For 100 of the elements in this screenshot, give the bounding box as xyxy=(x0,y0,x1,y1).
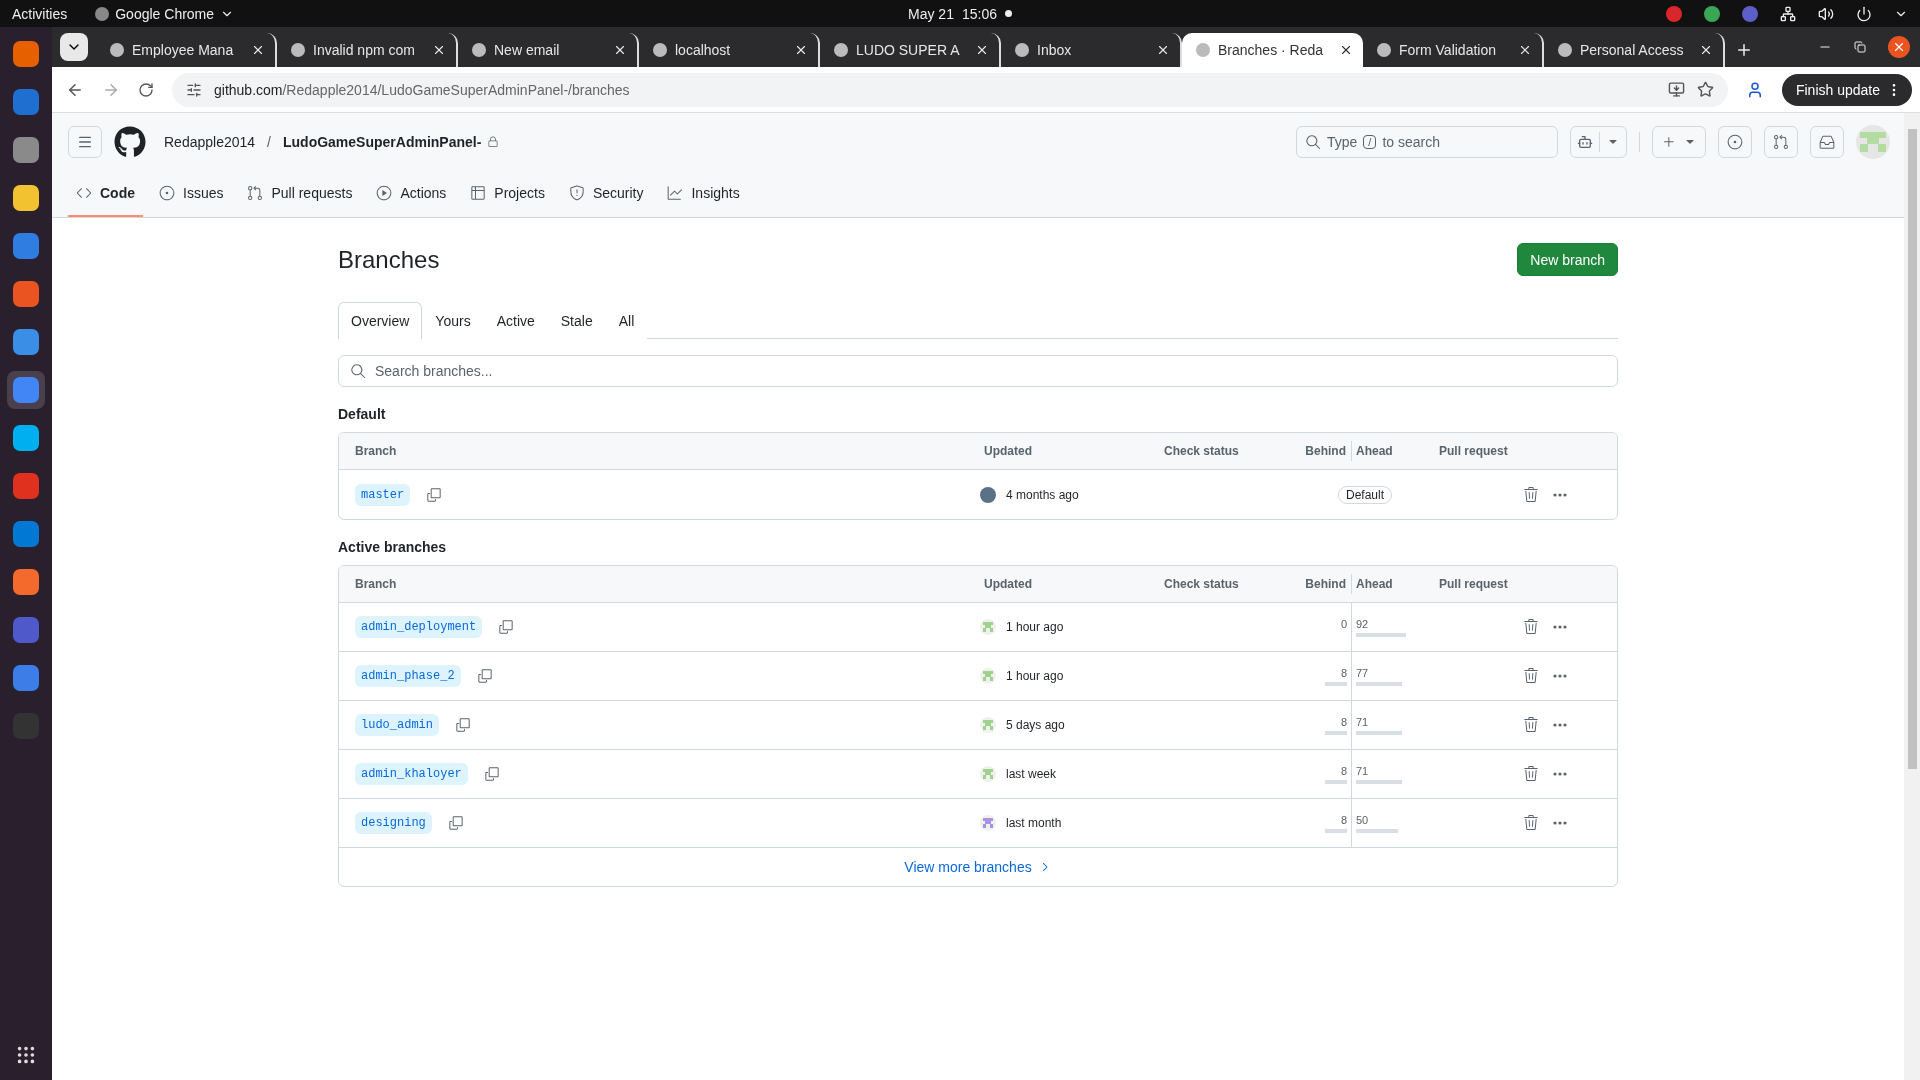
close-icon[interactable] xyxy=(1339,43,1353,57)
repo-nav-tab[interactable]: Pull requests xyxy=(239,171,361,217)
delete-button[interactable] xyxy=(1521,666,1541,686)
column-header: Behind xyxy=(1304,577,1347,591)
more-button[interactable] xyxy=(1551,672,1569,680)
app-launcher-icon[interactable] xyxy=(13,233,39,259)
behind-count: 0 xyxy=(1340,617,1347,630)
app-grid-icon[interactable] xyxy=(15,1044,37,1066)
app-launcher-icon[interactable] xyxy=(13,569,39,595)
delete-button[interactable] xyxy=(1521,813,1541,833)
network-icon[interactable] xyxy=(1780,5,1796,22)
close-icon[interactable] xyxy=(613,43,627,57)
tray-app-icon[interactable] xyxy=(1704,5,1720,22)
delete-button[interactable] xyxy=(1521,715,1541,735)
site-icon xyxy=(110,43,124,57)
issues-button[interactable] xyxy=(1718,126,1752,158)
branch-name[interactable]: admin_deployment xyxy=(355,616,483,638)
app-launcher-icon[interactable] xyxy=(13,281,39,307)
filter-tab[interactable]: Overview xyxy=(338,302,423,339)
notification-dot xyxy=(1005,10,1012,17)
tab-list-button[interactable] xyxy=(60,33,88,61)
repo-nav-tab[interactable]: Projects xyxy=(462,171,553,217)
repo-link[interactable]: LudoGameSuperAdminPanel- xyxy=(283,134,482,150)
repo-nav-tab[interactable]: Insights xyxy=(659,171,748,217)
app-launcher-icon[interactable] xyxy=(13,329,39,355)
path-separator: / xyxy=(267,134,271,150)
scrollbar-thumb[interactable] xyxy=(1907,129,1917,769)
repo-nav-tab[interactable]: Code xyxy=(68,171,143,217)
tab-icon xyxy=(568,185,585,201)
close-icon[interactable] xyxy=(432,43,446,57)
column-header: Ahead xyxy=(1355,444,1393,458)
close-icon[interactable] xyxy=(251,43,265,57)
branch-name[interactable]: admin_phase_2 xyxy=(355,665,461,687)
pull-requests-button[interactable] xyxy=(1764,126,1798,158)
delete-button[interactable] xyxy=(1521,484,1541,505)
branch-name[interactable]: ludo_admin xyxy=(355,714,439,736)
more-button[interactable] xyxy=(1551,770,1569,778)
star-icon[interactable] xyxy=(1696,81,1714,98)
inbox-button[interactable] xyxy=(1810,126,1844,158)
view-more-link[interactable]: View more branches xyxy=(904,859,1052,875)
finish-update-button[interactable]: Finish update xyxy=(1781,73,1912,106)
app-menu[interactable]: Google Chrome xyxy=(95,5,235,22)
branch-name[interactable]: master xyxy=(355,483,411,506)
column-header: Behind xyxy=(1304,444,1347,458)
search-icon xyxy=(1305,134,1321,150)
close-icon[interactable] xyxy=(975,43,989,57)
repo-nav-tab[interactable]: Security xyxy=(560,171,652,217)
more-button[interactable] xyxy=(1551,623,1569,631)
copy-icon xyxy=(483,766,500,782)
tray-app-icon[interactable] xyxy=(1742,5,1758,22)
robot-icon xyxy=(1577,134,1593,150)
close-icon[interactable] xyxy=(1699,43,1713,57)
column-header: Branch xyxy=(355,577,398,591)
github-logo[interactable] xyxy=(114,126,146,158)
copilot-button[interactable] xyxy=(1570,126,1627,158)
app-launcher-icon[interactable] xyxy=(13,41,39,67)
tray-app-icon[interactable] xyxy=(1666,5,1682,22)
site-icon xyxy=(653,43,667,57)
new-tab-icon[interactable] xyxy=(1735,41,1753,59)
reload-icon[interactable] xyxy=(138,81,154,98)
browser-tab[interactable]: Branches · Reda xyxy=(1182,33,1363,67)
copy-button[interactable] xyxy=(453,715,473,735)
branch-name[interactable]: admin_khaloyer xyxy=(355,763,468,785)
delete-button[interactable] xyxy=(1521,764,1541,784)
updated-time: 1 hour ago xyxy=(1006,669,1064,683)
app-launcher-icon[interactable] xyxy=(13,425,39,451)
new-branch-button[interactable]: New branch xyxy=(1517,243,1618,276)
app-launcher-icon[interactable] xyxy=(13,137,39,163)
trash-icon xyxy=(1523,717,1539,733)
site-icon xyxy=(1015,43,1029,57)
close-icon[interactable] xyxy=(1518,43,1532,57)
owner-link[interactable]: Redapple2014 xyxy=(164,134,256,150)
ellipsis-icon xyxy=(1553,723,1567,727)
volume-icon[interactable] xyxy=(1818,5,1834,22)
repo-nav-tab[interactable]: Actions xyxy=(368,171,455,217)
address-bar[interactable]: github.com/Redapple2014/LudoGameSuperAdminPanel-/branches xyxy=(172,72,1728,107)
app-launcher-icon[interactable] xyxy=(13,665,39,691)
behind-count: 8 xyxy=(1340,764,1347,777)
power-icon[interactable] xyxy=(1856,5,1872,22)
close-window-button[interactable] xyxy=(1888,36,1910,58)
updated-time: 5 days ago xyxy=(1006,718,1065,732)
more-button[interactable] xyxy=(1551,819,1569,827)
activities-button[interactable]: Activities xyxy=(12,5,68,22)
site-settings-icon[interactable] xyxy=(186,81,202,98)
install-icon[interactable] xyxy=(1667,81,1685,98)
section-title: Default xyxy=(338,406,387,422)
branch-name[interactable]: designing xyxy=(355,812,432,834)
delete-button[interactable] xyxy=(1521,617,1541,637)
branch-search-field[interactable]: Search branches... xyxy=(338,355,1618,387)
app-launcher-icon[interactable] xyxy=(13,185,39,211)
repo-nav-tab[interactable]: Issues xyxy=(151,171,232,217)
updated-time: 4 months ago xyxy=(1006,487,1079,502)
trash-icon xyxy=(1523,619,1539,635)
more-button[interactable] xyxy=(1551,721,1569,729)
column-header: Ahead xyxy=(1355,577,1393,591)
search-field[interactable]: Type / to search xyxy=(1296,126,1558,158)
menu-button[interactable] xyxy=(68,126,102,158)
close-icon[interactable] xyxy=(794,43,808,57)
restore-icon[interactable] xyxy=(1854,41,1866,53)
close-icon[interactable] xyxy=(1156,43,1170,57)
